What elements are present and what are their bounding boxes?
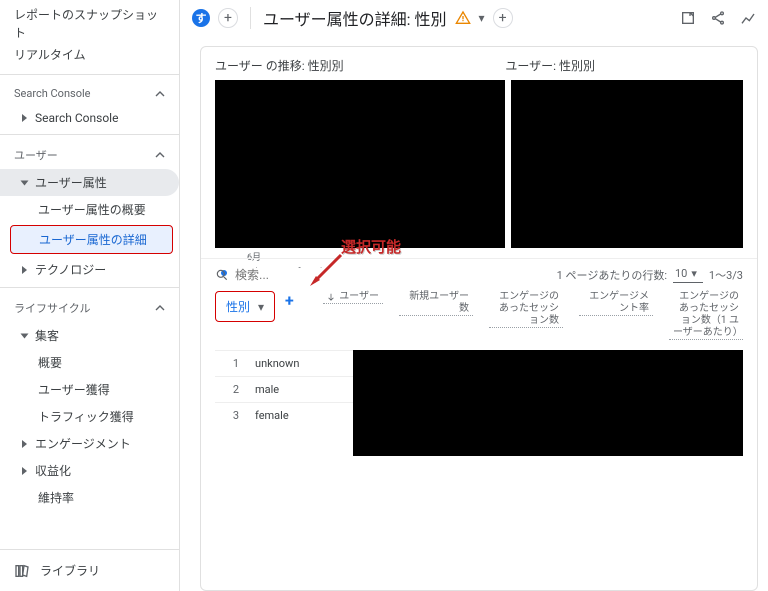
nav-user-attr-detail[interactable]: ユーザー属性の詳細	[10, 225, 173, 254]
add-comparison-button[interactable]: +	[218, 8, 238, 28]
nav-user-acquisition[interactable]: ユーザー獲得	[0, 376, 179, 403]
section-search-console[interactable]: Search Console	[0, 79, 179, 106]
metric-engagement-rate[interactable]: エンゲージメント率	[579, 291, 653, 316]
chart-left-title: ユーザー の推移: 性別別	[215, 57, 505, 74]
chart-right-title: ユーザー: 性別別	[505, 57, 743, 74]
rows-per-page-select[interactable]: 10 ▾	[673, 267, 703, 283]
nav-search-console[interactable]: Search Console	[0, 106, 179, 130]
share-icon[interactable]	[710, 10, 726, 26]
table-row[interactable]: 2male	[215, 377, 355, 403]
library-icon	[14, 563, 30, 579]
chevron-up-icon	[155, 303, 165, 313]
nav-retention[interactable]: 維持率	[0, 484, 179, 511]
section-lifecycle[interactable]: ライフサイクル	[0, 292, 179, 322]
add-button[interactable]: +	[493, 8, 513, 28]
nav-realtime[interactable]: リアルタイム	[14, 46, 165, 64]
caret-right-icon	[22, 467, 27, 475]
metric-engaged-sessions-per-user[interactable]: エンゲージのあったセッション数（1 ユーザーあたり）	[669, 291, 743, 340]
table-row[interactable]: 1unknown	[215, 351, 355, 377]
metric-engaged-sessions[interactable]: エンゲージのあったセッション数	[489, 291, 563, 328]
caret-right-icon	[22, 266, 27, 274]
add-dimension-button[interactable]: +	[285, 291, 294, 310]
caret-down-icon: ▾	[691, 267, 697, 280]
topbar: す + ユーザー属性の詳細: 性別 ▾ +	[180, 0, 768, 36]
page-title: ユーザー属性の詳細: 性別	[263, 6, 447, 30]
report-card: ユーザー の推移: 性別別 ユーザー: 性別別 6月 male female	[200, 46, 758, 591]
line-chart-placeholder	[215, 80, 505, 248]
suggestion-badge[interactable]: す	[192, 9, 210, 27]
bar-chart-placeholder	[511, 80, 743, 248]
sort-down-icon	[327, 293, 335, 301]
table-row[interactable]: 3female	[215, 403, 355, 429]
caret-down-icon	[21, 333, 29, 338]
caret-down-icon: ▾	[258, 300, 264, 314]
search-icon	[215, 268, 229, 282]
dimension-picker[interactable]: 性別 ▾	[215, 291, 275, 322]
chevron-up-icon	[155, 89, 165, 99]
nav-traffic-acquisition[interactable]: トラフィック獲得	[0, 403, 179, 430]
caret-right-icon	[22, 114, 27, 122]
divider	[250, 7, 251, 29]
nav-monetization[interactable]: 収益化	[0, 457, 179, 484]
metric-new-users[interactable]: 新規ユーザー数	[399, 291, 473, 316]
rows-per-page-label: 1 ページあたりの行数:	[557, 267, 667, 283]
table-values-placeholder	[353, 350, 743, 456]
nav-library[interactable]: ライブラリ	[0, 549, 179, 591]
sidebar: レポートのスナップショット リアルタイム Search Console Sear…	[0, 0, 180, 591]
section-user[interactable]: ユーザー	[0, 139, 179, 169]
nav-acquisition[interactable]: 集客	[0, 322, 179, 349]
title-dropdown[interactable]: ▾	[479, 11, 485, 25]
nav-technology[interactable]: テクノロジー	[0, 256, 179, 283]
nav-acq-overview[interactable]: 概要	[0, 349, 179, 376]
customize-icon[interactable]	[680, 10, 696, 26]
nav-user-attributes[interactable]: ユーザー属性	[0, 169, 179, 196]
insights-icon[interactable]	[740, 10, 756, 26]
chevron-up-icon	[155, 150, 165, 160]
nav-report-snapshot[interactable]: レポートのスナップショット	[14, 6, 165, 42]
warning-icon[interactable]	[455, 10, 471, 26]
nav-engagement[interactable]: エンゲージメント	[0, 430, 179, 457]
annotation-text: 選択可能	[341, 236, 401, 257]
annotation-arrow-icon	[306, 250, 346, 290]
metric-users[interactable]: ユーザー	[323, 291, 383, 304]
page-range: 1～3/3	[709, 267, 743, 283]
dimension-table: 1unknown 2male 3female	[215, 350, 355, 428]
caret-right-icon	[22, 440, 27, 448]
nav-user-attr-overview[interactable]: ユーザー属性の概要	[0, 196, 179, 223]
caret-down-icon	[21, 180, 29, 185]
